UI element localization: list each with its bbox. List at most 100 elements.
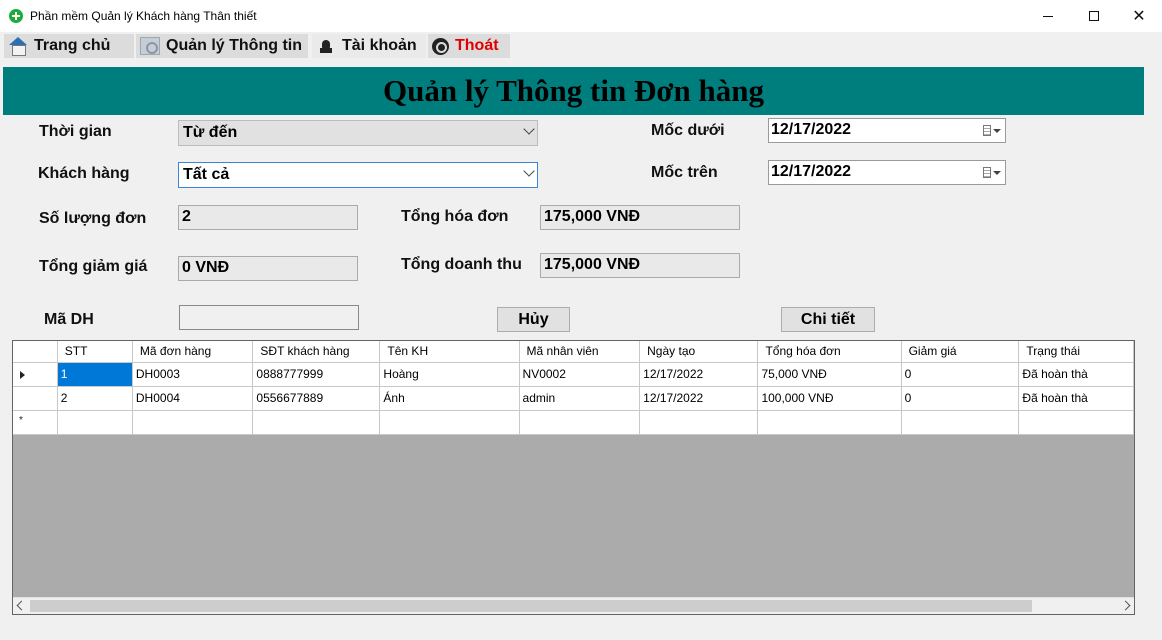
table-cell[interactable]	[519, 410, 641, 435]
row-header[interactable]	[13, 362, 58, 387]
order-count-field: 2	[178, 205, 358, 230]
column-header[interactable]: Giảm giá	[901, 341, 1020, 363]
page-header: Quản lý Thông tin Đơn hàng	[3, 67, 1144, 115]
menu-item-info-label: Quản lý Thông tin	[166, 37, 302, 54]
table-cell[interactable]: 2	[57, 386, 133, 411]
calendar-dropdown-icon[interactable]	[983, 166, 1001, 179]
upper-date-picker[interactable]: 12/17/2022	[768, 160, 1006, 185]
table-cell[interactable]: 0	[901, 362, 1020, 387]
table-cell[interactable]: 100,000 VNĐ	[757, 386, 902, 411]
order-id-label: Mã DH	[44, 311, 94, 328]
app-plus-icon	[9, 9, 23, 23]
table-cell[interactable]: 75,000 VNĐ	[757, 362, 902, 387]
order-id-input[interactable]	[179, 305, 359, 330]
scrollbar-thumb[interactable]	[30, 600, 1032, 612]
row-header[interactable]	[13, 386, 58, 411]
lower-date-picker[interactable]: 12/17/2022	[768, 118, 1006, 143]
order-count-label: Số lượng đơn	[39, 210, 147, 227]
total-discount-label: Tổng giảm giá	[39, 258, 148, 275]
table-cell[interactable]: admin	[519, 386, 641, 411]
chevron-down-icon	[523, 123, 535, 135]
column-header[interactable]: Trạng thái	[1018, 341, 1134, 363]
new-row[interactable]: *	[13, 410, 1134, 435]
menu-item-home[interactable]: Trang chủ	[4, 34, 134, 58]
detail-button[interactable]: Chi tiết	[781, 307, 875, 332]
table-cell[interactable]	[379, 410, 520, 435]
menu-item-home-label: Trang chủ	[34, 37, 111, 54]
table-cell[interactable]: 1	[57, 362, 133, 387]
chevron-right-icon[interactable]	[1120, 600, 1131, 611]
page-title: Quản lý Thông tin Đơn hàng	[382, 73, 764, 108]
cancel-button[interactable]: Hủy	[497, 307, 570, 332]
chevron-down-icon	[523, 165, 535, 177]
calendar-dropdown-icon[interactable]	[983, 124, 1001, 137]
table-cell[interactable]	[132, 410, 254, 435]
total-revenue-field: 175,000 VNĐ	[540, 253, 740, 278]
chevron-left-icon[interactable]	[16, 600, 27, 611]
table-cell[interactable]: 0556677889	[252, 386, 381, 411]
maximize-icon	[1089, 11, 1099, 21]
table-row[interactable]: 2 DH0004 0556677889 Ánh admin 12/17/2022…	[13, 386, 1134, 411]
minimize-icon	[1043, 15, 1053, 17]
customer-label: Khách hàng	[38, 165, 130, 182]
user-icon	[316, 37, 336, 55]
column-header[interactable]: SĐT khách hàng	[252, 341, 381, 363]
column-header[interactable]: Ngày tạo	[639, 341, 759, 363]
table-cell[interactable]: Hoàng	[379, 362, 520, 387]
menu-bar: Trang chủ Quản lý Thông tin Tài khoản Th…	[0, 32, 1162, 58]
total-discount-field: 0 VNĐ	[178, 256, 358, 281]
column-header[interactable]: Tên KH	[379, 341, 520, 363]
settings-icon	[140, 37, 160, 55]
table-cell[interactable]	[639, 410, 759, 435]
row-header-corner	[13, 341, 58, 363]
table-cell[interactable]	[901, 410, 1020, 435]
horizontal-scrollbar[interactable]	[13, 597, 1134, 614]
orders-grid[interactable]: STT Mã đơn hàng SĐT khách hàng Tên KH Mã…	[12, 340, 1135, 615]
total-revenue-label: Tổng doanh thu	[401, 256, 522, 273]
window-title: Phần mềm Quản lý Khách hàng Thân thiết	[30, 9, 257, 23]
menu-item-info[interactable]: Quản lý Thông tin	[136, 34, 308, 58]
column-header[interactable]: Tổng hóa đơn	[757, 341, 902, 363]
time-select[interactable]: Từ đến	[178, 120, 538, 146]
table-cell[interactable]: 12/17/2022	[639, 362, 759, 387]
menu-item-account-label: Tài khoản	[342, 37, 417, 54]
lower-date-label: Mốc dưới	[651, 122, 725, 139]
minimize-button[interactable]	[1025, 0, 1071, 32]
table-row[interactable]: 1 DH0003 0888777999 Hoàng NV0002 12/17/2…	[13, 362, 1134, 387]
table-cell[interactable]: 0888777999	[252, 362, 381, 387]
table-cell[interactable]	[57, 410, 133, 435]
table-cell[interactable]: NV0002	[519, 362, 641, 387]
customer-select[interactable]: Tất cả	[178, 162, 538, 188]
orders-table: STT Mã đơn hàng SĐT khách hàng Tên KH Mã…	[13, 341, 1134, 435]
column-header[interactable]: Mã nhân viên	[519, 341, 641, 363]
menu-item-account[interactable]: Tài khoản	[312, 34, 426, 58]
lower-date-value: 12/17/2022	[771, 121, 852, 138]
new-row-icon: *	[19, 414, 23, 426]
menu-item-exit[interactable]: Thoát	[428, 34, 510, 58]
total-invoice-label: Tổng hóa đơn	[401, 208, 509, 225]
home-icon	[8, 37, 28, 56]
time-label: Thời gian	[39, 123, 112, 140]
column-header[interactable]: Mã đơn hàng	[132, 341, 254, 363]
upper-date-value: 12/17/2022	[771, 163, 852, 180]
maximize-button[interactable]	[1071, 0, 1117, 32]
table-cell[interactable]	[757, 410, 902, 435]
column-header[interactable]: STT	[57, 341, 133, 363]
upper-date-label: Mốc trên	[651, 164, 718, 181]
title-bar: Phần mềm Quản lý Khách hàng Thân thiết ✕	[0, 0, 1162, 32]
time-select-value: Từ đến	[183, 124, 238, 141]
menu-item-exit-label: Thoát	[455, 37, 499, 54]
customer-select-value: Tất cả	[183, 166, 230, 183]
table-cell[interactable]: 0	[901, 386, 1020, 411]
table-cell[interactable]	[1018, 410, 1134, 435]
close-button[interactable]: ✕	[1116, 0, 1162, 32]
table-cell[interactable]: 12/17/2022	[639, 386, 759, 411]
table-cell[interactable]: Đã hoàn thà	[1018, 386, 1134, 411]
table-cell[interactable]: Đã hoàn thà	[1018, 362, 1134, 387]
table-cell[interactable]: DH0003	[132, 362, 254, 387]
table-cell[interactable]: DH0004	[132, 386, 254, 411]
row-header[interactable]: *	[13, 410, 58, 435]
total-invoice-field: 175,000 VNĐ	[540, 205, 740, 230]
table-cell[interactable]	[252, 410, 381, 435]
table-cell[interactable]: Ánh	[379, 386, 520, 411]
